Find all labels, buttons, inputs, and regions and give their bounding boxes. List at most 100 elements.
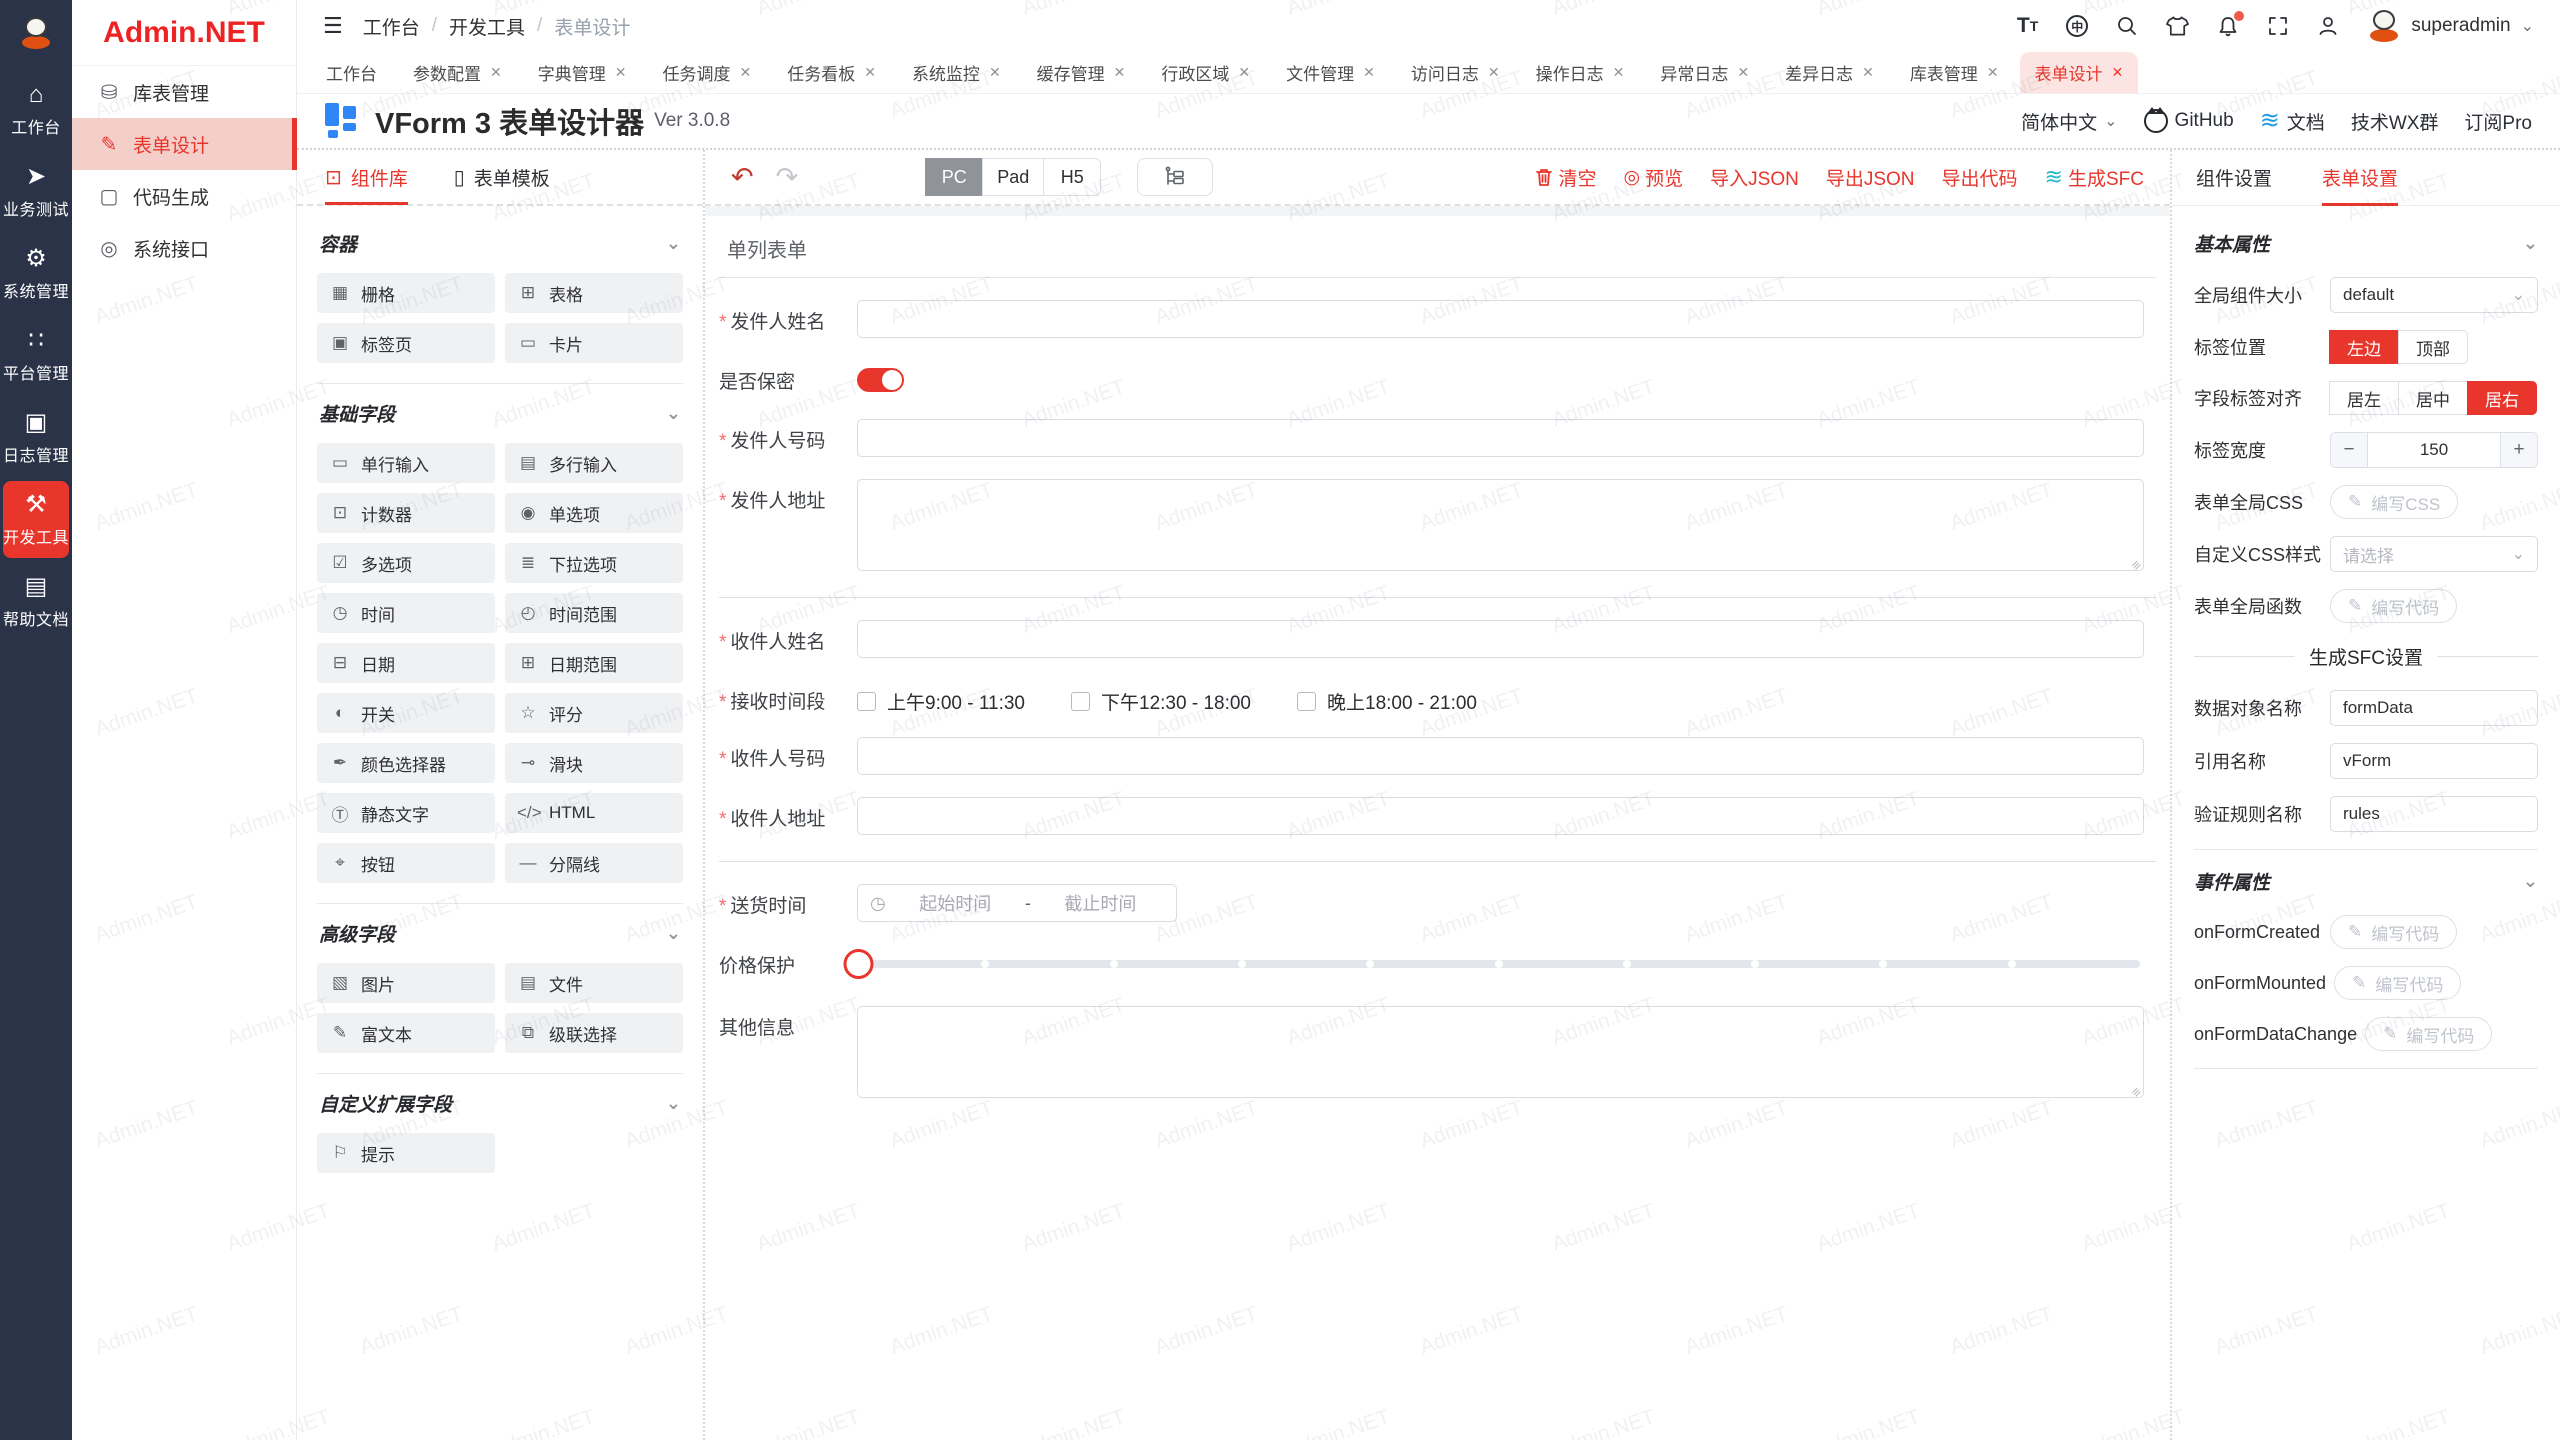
sidebar-menu-item[interactable]: ◎ 系统接口 bbox=[72, 222, 296, 274]
price-slider-track[interactable] bbox=[857, 960, 2140, 968]
sidebar-menu-item[interactable]: ✎ 表单设计 bbox=[72, 118, 296, 170]
profile-icon[interactable] bbox=[2317, 15, 2339, 37]
label-align-option[interactable]: 居中 bbox=[2398, 381, 2468, 415]
tab-close-icon[interactable]: ✕ bbox=[2112, 64, 2124, 81]
page-tab[interactable]: 差异日志 ✕ bbox=[1770, 52, 1889, 93]
receiver-address-input[interactable] bbox=[857, 797, 2144, 835]
sidebar-menu-item[interactable]: ▢ 代码生成 bbox=[72, 170, 296, 222]
redo-icon[interactable]: ↷ bbox=[776, 162, 799, 193]
user-menu[interactable]: superadmin ⌄ bbox=[2367, 9, 2534, 43]
fullscreen-icon[interactable] bbox=[2267, 15, 2289, 37]
palette-item[interactable]: ◷ 时间 bbox=[317, 593, 495, 633]
edit-code-button[interactable]: ✎编写代码 bbox=[2365, 1017, 2492, 1051]
decrease-button[interactable]: − bbox=[2331, 433, 2367, 467]
tab-form-settings[interactable]: 表单设置 bbox=[2322, 150, 2398, 205]
palette-item[interactable]: ◉ 单选项 bbox=[505, 493, 683, 533]
tab-close-icon[interactable]: ✕ bbox=[1862, 64, 1874, 81]
tab-component-library[interactable]: ⊡ 组件库 bbox=[325, 150, 408, 204]
device-button[interactable]: Pad bbox=[982, 158, 1044, 196]
rail-nav-item[interactable]: ➤ 业务测试 bbox=[3, 153, 69, 230]
page-tab[interactable]: 参数配置 ✕ bbox=[398, 52, 517, 93]
tab-close-icon[interactable]: ✕ bbox=[989, 64, 1001, 81]
github-link[interactable]: GitHub bbox=[2144, 109, 2234, 133]
edit-code-button[interactable]: ✎编写代码 bbox=[2334, 966, 2461, 1000]
preview-button[interactable]: ◎ 预览 bbox=[1624, 164, 1684, 191]
page-tab[interactable]: 系统监控 ✕ bbox=[897, 52, 1016, 93]
checkbox-option[interactable]: 晚上18:00 - 21:00 bbox=[1297, 688, 1477, 715]
increase-button[interactable]: + bbox=[2501, 433, 2537, 467]
outline-tree-button[interactable] bbox=[1137, 158, 1213, 196]
chevron-down-icon[interactable]: ⌄ bbox=[2523, 871, 2538, 892]
data-object-input[interactable]: formData bbox=[2330, 690, 2538, 726]
page-tab[interactable]: 访问日志 ✕ bbox=[1396, 52, 1515, 93]
sender-address-textarea[interactable]: ≡ bbox=[857, 479, 2144, 571]
receiver-name-input[interactable] bbox=[857, 620, 2144, 658]
language-icon[interactable]: 中 bbox=[2066, 15, 2088, 37]
chevron-down-icon[interactable]: ⌄ bbox=[666, 923, 681, 944]
label-position-option[interactable]: 顶部 bbox=[2398, 330, 2468, 364]
secret-toggle[interactable] bbox=[857, 368, 904, 392]
page-tab[interactable]: 字典管理 ✕ bbox=[523, 52, 642, 93]
edit-code-button[interactable]: ✎ 编写代码 bbox=[2330, 589, 2457, 623]
edit-css-button[interactable]: ✎ 编写CSS bbox=[2330, 485, 2458, 519]
delivery-time-range-input[interactable]: ◷ 起始时间 - 截止时间 bbox=[857, 884, 1177, 922]
palette-item[interactable]: </> HTML bbox=[505, 793, 683, 833]
sender-name-input[interactable] bbox=[857, 300, 2144, 338]
export-code-button[interactable]: 导出代码 bbox=[1942, 164, 2018, 191]
ref-name-input[interactable]: vForm bbox=[2330, 743, 2538, 779]
sender-phone-input[interactable] bbox=[857, 419, 2144, 457]
label-position-option[interactable]: 左边 bbox=[2329, 330, 2399, 364]
page-tab[interactable]: 任务调度 ✕ bbox=[647, 52, 766, 93]
resize-grip-icon[interactable]: ≡ bbox=[2128, 557, 2144, 573]
palette-item[interactable]: ⊞ 表格 bbox=[505, 273, 683, 313]
palette-item[interactable]: ⧉ 级联选择 bbox=[505, 1013, 683, 1053]
palette-item[interactable]: ≣ 下拉选项 bbox=[505, 543, 683, 583]
docs-link[interactable]: ≋ 文档 bbox=[2260, 108, 2325, 135]
checkbox-icon[interactable] bbox=[857, 692, 876, 711]
search-icon[interactable] bbox=[2116, 15, 2138, 37]
palette-item[interactable]: ⚐ 提示 bbox=[317, 1133, 495, 1173]
palette-item[interactable]: ▦ 栅格 bbox=[317, 273, 495, 313]
global-size-select[interactable]: default⌄ bbox=[2330, 277, 2538, 313]
tab-close-icon[interactable]: ✕ bbox=[1488, 64, 1500, 81]
page-tab[interactable]: 工作台 ✕ bbox=[311, 52, 392, 93]
device-button[interactable]: H5 bbox=[1043, 158, 1101, 196]
page-tab[interactable]: 操作日志 ✕ bbox=[1521, 52, 1640, 93]
wx-group-link[interactable]: 技术WX群 bbox=[2351, 108, 2439, 135]
app-logo[interactable] bbox=[0, 0, 72, 66]
device-button[interactable]: PC bbox=[925, 158, 983, 196]
sidebar-menu-item[interactable]: ⛁ 库表管理 bbox=[72, 66, 296, 118]
notification-bell-icon[interactable] bbox=[2217, 15, 2239, 37]
tab-close-icon[interactable]: ✕ bbox=[864, 64, 876, 81]
palette-item[interactable]: ▧ 图片 bbox=[317, 963, 495, 1003]
label-align-option[interactable]: 居左 bbox=[2329, 381, 2399, 415]
tab-close-icon[interactable]: ✕ bbox=[1987, 64, 1999, 81]
rail-nav-item[interactable]: ⚒ 开发工具 bbox=[3, 481, 69, 558]
subscribe-pro-link[interactable]: 订阅Pro bbox=[2464, 108, 2532, 135]
other-info-textarea[interactable]: ≡ bbox=[857, 1006, 2144, 1098]
palette-item[interactable]: ◴ 时间范围 bbox=[505, 593, 683, 633]
palette-item[interactable]: ⊡ 计数器 bbox=[317, 493, 495, 533]
page-tab[interactable]: 文件管理 ✕ bbox=[1271, 52, 1390, 93]
palette-item[interactable]: Ⓣ 静态文字 bbox=[317, 793, 495, 833]
palette-item[interactable]: ⌖ 按钮 bbox=[317, 843, 495, 883]
clear-button[interactable]: 清空 bbox=[1534, 164, 1597, 191]
chevron-down-icon[interactable]: ⌄ bbox=[666, 1093, 681, 1114]
tab-form-template[interactable]: ▯ 表单模板 bbox=[454, 150, 550, 204]
palette-item[interactable]: ⊞ 日期范围 bbox=[505, 643, 683, 683]
rail-nav-item[interactable]: ⌂ 工作台 bbox=[3, 71, 69, 148]
font-size-icon[interactable]: TT bbox=[2017, 14, 2038, 38]
palette-item[interactable]: ▭ 卡片 bbox=[505, 323, 683, 363]
checkbox-icon[interactable] bbox=[1071, 692, 1090, 711]
price-slider-handle[interactable] bbox=[844, 949, 874, 979]
menu-fold-icon[interactable]: ☰ bbox=[323, 13, 343, 39]
page-tab[interactable]: 任务看板 ✕ bbox=[772, 52, 891, 93]
tab-close-icon[interactable]: ✕ bbox=[1363, 64, 1375, 81]
tab-close-icon[interactable]: ✕ bbox=[1737, 64, 1749, 81]
palette-item[interactable]: ☑ 多选项 bbox=[317, 543, 495, 583]
page-tab[interactable]: 行政区域 ✕ bbox=[1146, 52, 1265, 93]
palette-item[interactable]: ✎ 富文本 bbox=[317, 1013, 495, 1053]
tab-widget-settings[interactable]: 组件设置 bbox=[2196, 150, 2272, 205]
rail-nav-item[interactable]: ∷ 平台管理 bbox=[3, 317, 69, 394]
page-tab[interactable]: 异常日志 ✕ bbox=[1645, 52, 1764, 93]
